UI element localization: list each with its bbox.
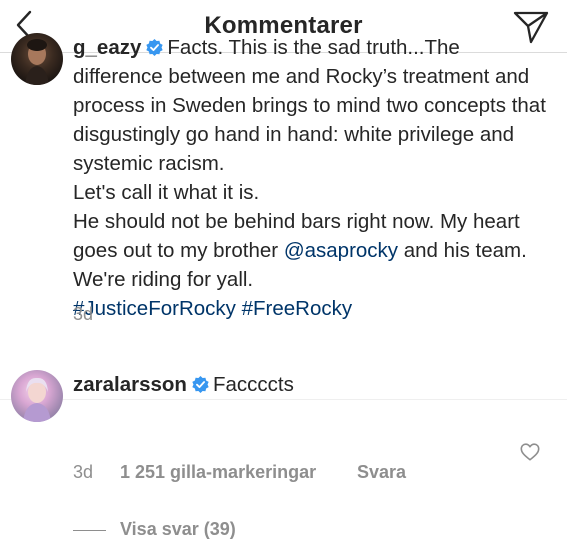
- like-heart-icon[interactable]: [519, 441, 541, 463]
- caption-comment: g_eazy Facts. This is the sad truth...Th…: [73, 33, 551, 323]
- username-zaralarsson[interactable]: zaralarsson: [73, 373, 187, 396]
- verified-badge-icon: [146, 38, 164, 57]
- comment-text: Faccccts: [212, 373, 294, 396]
- mention-link[interactable]: @asaprocky: [284, 239, 398, 262]
- comment-timestamp: 3d: [73, 462, 94, 482]
- username-g-eazy[interactable]: g_eazy: [73, 36, 141, 59]
- view-replies-button[interactable]: Visa svar (39): [120, 519, 236, 540]
- hashtag-free-rocky[interactable]: #FreeRocky: [242, 297, 353, 320]
- caption-text-1: Facts. This is the sad truth...The diffe…: [73, 36, 546, 175]
- likes-count[interactable]: 1 251 gilla-markeringar: [120, 462, 316, 483]
- avatar[interactable]: [11, 370, 63, 422]
- avatar[interactable]: [11, 33, 63, 85]
- view-replies-line: [73, 530, 106, 531]
- reply-button[interactable]: Svara: [357, 462, 406, 483]
- hashtag-justice-for-rocky[interactable]: #JusticeForRocky: [73, 297, 236, 320]
- comment-zaralarsson: zaralarsson Faccccts: [73, 370, 551, 399]
- caption-timestamp: 3d: [73, 304, 94, 324]
- divider: [0, 399, 567, 400]
- caption-text-2: Let's call it what it is.: [73, 181, 260, 204]
- verified-badge-icon: [192, 375, 209, 394]
